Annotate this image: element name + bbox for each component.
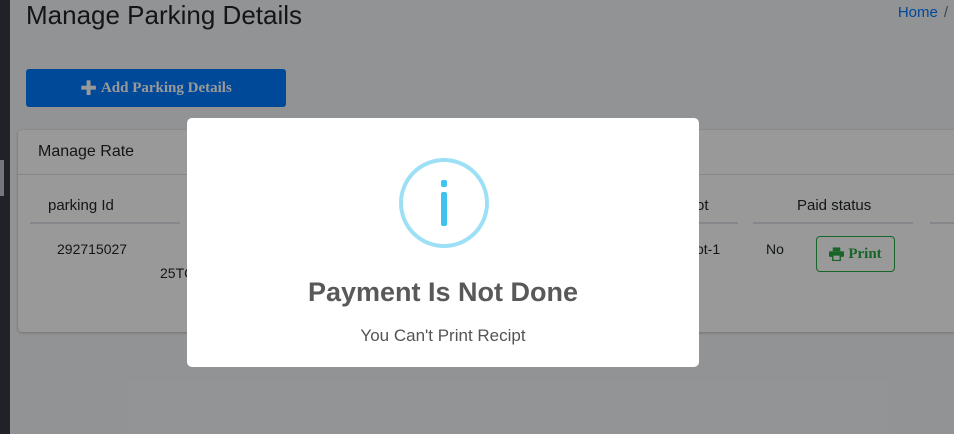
- modal-text: You Can't Print Recipt: [360, 326, 526, 345]
- info-icon-dot: [441, 180, 447, 187]
- info-icon-bar: [441, 192, 447, 226]
- alert-modal: Payment Is Not Done You Can't Print Reci…: [187, 118, 699, 367]
- modal-title: Payment Is Not Done: [307, 277, 579, 307]
- info-icon: [399, 158, 489, 248]
